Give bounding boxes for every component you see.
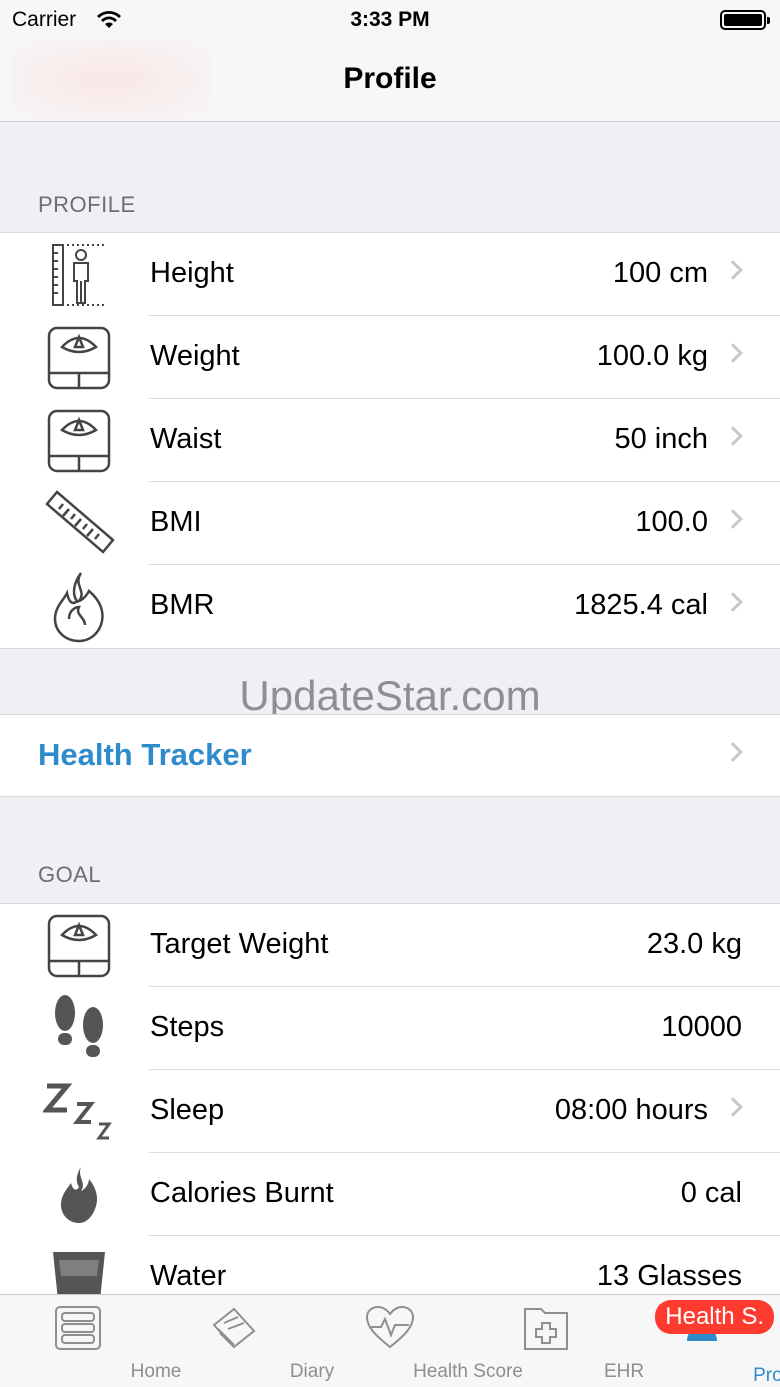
flame-outline-icon	[40, 571, 118, 643]
tab-ehr[interactable]: EHR	[468, 1295, 644, 1387]
row-label: BMI	[150, 506, 202, 538]
chevron-right-icon	[723, 343, 743, 363]
tab-label: Profile	[753, 1365, 780, 1386]
row-label: Height	[150, 257, 234, 289]
goal-group: Target Weight 23.0 kg Steps 10000 Sleep …	[0, 903, 780, 1319]
chevron-right-icon	[723, 426, 743, 446]
tab-health-score[interactable]: Health Score	[312, 1295, 523, 1387]
row-label: Target Weight	[150, 928, 329, 960]
ruler-icon	[40, 488, 118, 560]
scale-icon	[40, 405, 118, 477]
section-header-goal: GOAL	[38, 862, 102, 887]
row-value: 100.0	[635, 506, 708, 538]
section-header-profile: PROFILE	[38, 192, 136, 217]
row-label: Water	[150, 1260, 227, 1292]
row-label: Steps	[150, 1011, 225, 1043]
status-badge: Health S.	[655, 1300, 774, 1334]
row-label: Sleep	[150, 1094, 225, 1126]
profile-row-bmi[interactable]: BMI 100.0	[0, 482, 780, 565]
row-value: 08:00 hours	[554, 1094, 708, 1126]
tab-bar: Home Diary Health Score EHR Health S. Pr…	[0, 1294, 780, 1387]
tab-home[interactable]: Home	[0, 1295, 181, 1387]
chevron-right-icon	[723, 509, 743, 529]
flame-filled-icon	[40, 1159, 118, 1231]
profile-group: Height 100 cm Weight 100.0 kg Waist 50 i…	[0, 232, 780, 649]
battery-icon	[720, 10, 770, 30]
profile-row-weight[interactable]: Weight 100.0 kg	[0, 316, 780, 399]
medical-folder-icon	[523, 1305, 569, 1356]
row-value: 100 cm	[612, 257, 708, 289]
scale-icon	[40, 910, 118, 982]
health-tracker-label: Health Tracker	[38, 737, 252, 772]
diary-book-icon	[210, 1305, 258, 1356]
profile-row-bmr[interactable]: BMR 1825.4 cal	[0, 565, 780, 648]
row-label: Weight	[150, 340, 240, 372]
row-label: Waist	[150, 423, 222, 455]
tab-profile[interactable]: Health S. Profile	[624, 1295, 780, 1387]
profile-row-height[interactable]: Height 100 cm	[0, 233, 780, 316]
status-bar: Carrier 3:33 PM	[0, 0, 780, 40]
chevron-right-icon	[723, 592, 743, 612]
chevron-right-icon	[723, 742, 743, 762]
watermark: UpdateStar.com	[239, 672, 541, 719]
tab-diary[interactable]: Diary	[156, 1295, 334, 1387]
row-label: BMR	[150, 589, 215, 621]
row-value: 1825.4 cal	[574, 589, 708, 621]
profile-row-waist[interactable]: Waist 50 inch	[0, 399, 780, 482]
heart-pulse-icon	[365, 1305, 415, 1354]
row-value: 13 Glasses	[596, 1260, 742, 1292]
goal-row-calories-burnt[interactable]: Calories Burnt 0 cal	[0, 1153, 780, 1236]
goal-row-sleep[interactable]: Sleep 08:00 hours	[0, 1070, 780, 1153]
row-value: 10000	[661, 1011, 742, 1043]
scale-icon	[40, 322, 118, 394]
row-value: 50 inch	[614, 423, 708, 455]
row-value: 100.0 kg	[596, 340, 708, 372]
clock: 3:33 PM	[350, 8, 430, 31]
height-measure-icon	[40, 239, 118, 311]
chevron-right-icon	[723, 260, 743, 280]
row-value: 0 cal	[680, 1177, 742, 1209]
goal-row-target-weight[interactable]: Target Weight 23.0 kg	[0, 904, 780, 987]
health-tracker-row[interactable]: Health Tracker	[0, 714, 780, 797]
footprints-icon	[40, 993, 118, 1065]
row-value: 23.0 kg	[646, 928, 742, 960]
page-title: Profile	[343, 62, 437, 95]
home-list-icon	[54, 1305, 102, 1356]
chevron-right-icon	[723, 1097, 743, 1117]
sleep-zzz-icon	[40, 1076, 118, 1148]
navigation-bar: Profile	[0, 40, 780, 122]
row-label: Calories Burnt	[150, 1177, 334, 1209]
goal-row-steps[interactable]: Steps 10000	[0, 987, 780, 1070]
